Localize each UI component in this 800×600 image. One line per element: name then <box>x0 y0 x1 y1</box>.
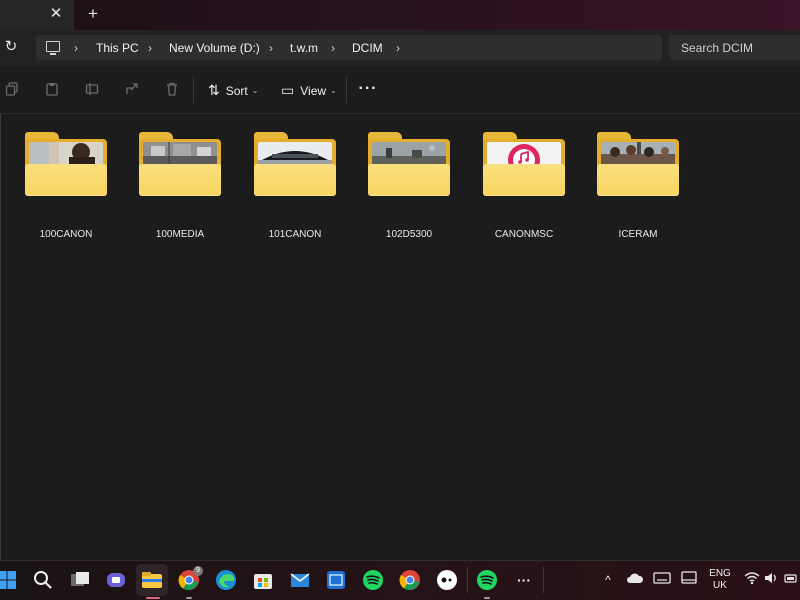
task-view-icon[interactable] <box>69 569 91 591</box>
folder-name: 100MEDIA <box>155 229 205 240</box>
chrome-icon[interactable]: 9 <box>178 566 203 591</box>
file-explorer-icon[interactable] <box>141 569 163 591</box>
spotify-icon[interactable] <box>476 569 498 591</box>
view-label: View <box>300 84 327 98</box>
title-bar: ✕ + <box>0 0 800 30</box>
running-indicator <box>186 597 192 599</box>
chevron-down-icon: ⌄ <box>251 86 259 95</box>
close-tab-icon[interactable]: ✕ <box>48 5 64 23</box>
battery-icon[interactable] <box>784 571 798 589</box>
folder-item[interactable]: ICERAM <box>589 130 687 240</box>
breadcrumb-separator[interactable]: › <box>396 39 400 57</box>
breadcrumb-dcim[interactable]: DCIM <box>352 39 383 57</box>
start-icon[interactable] <box>0 569 18 591</box>
toolbar-divider <box>193 77 194 103</box>
sort-icon: ⇅ <box>208 82 220 98</box>
folder-item[interactable]: 100CANON <box>17 130 115 240</box>
running-indicator <box>484 597 490 599</box>
breadcrumb-new-volume[interactable]: New Volume (D:) <box>169 39 260 57</box>
folder-thumbnail <box>601 142 675 166</box>
folder-item[interactable]: CANONMSC <box>475 130 573 240</box>
folder-thumbnail <box>258 142 332 166</box>
view-icon: ▭ <box>281 82 295 98</box>
tab-dcim[interactable]: ✕ <box>0 0 74 30</box>
command-bar: ⇅ Sort ⌄ ▭ View ⌄ ··· <box>0 67 800 114</box>
delete-icon[interactable] <box>165 82 179 96</box>
more-options-button[interactable]: ··· <box>358 79 378 99</box>
rename-icon[interactable] <box>85 82 99 96</box>
copy-icon[interactable] <box>5 82 19 96</box>
chrome-icon[interactable] <box>399 569 421 591</box>
edge-icon[interactable] <box>215 569 237 591</box>
breadcrumb-separator[interactable]: › <box>74 39 78 57</box>
breadcrumb-this-pc[interactable]: This PC <box>96 39 139 57</box>
more-apps-button[interactable]: ··· <box>513 569 535 591</box>
share-icon[interactable] <box>125 82 139 96</box>
paste-icon[interactable] <box>45 82 59 96</box>
folder-name: 100CANON <box>39 229 93 240</box>
touchpad-icon[interactable] <box>680 571 698 589</box>
file-explorer-window: ✕ + ↻ › This PC › New Volume (D:) › t.w.… <box>0 0 800 600</box>
spotify-icon[interactable] <box>362 569 384 591</box>
app-icon[interactable] <box>436 569 458 591</box>
show-hidden-icons-button[interactable]: ^ <box>601 571 615 589</box>
sort-label: Sort <box>225 84 248 98</box>
address-row: ↻ › This PC › New Volume (D:) › t.w.m › … <box>0 30 800 66</box>
refresh-icon[interactable]: ↻ <box>2 38 20 56</box>
toolbar-divider <box>346 77 347 103</box>
taskbar-divider <box>467 567 468 593</box>
notification-badge: 9 <box>193 566 203 576</box>
breadcrumb-separator[interactable]: › <box>331 39 335 57</box>
language-region: UK <box>713 580 727 591</box>
onedrive-icon[interactable] <box>626 571 644 589</box>
folder-thumbnail <box>487 142 561 166</box>
folder-name: 101CANON <box>268 229 322 240</box>
store-icon[interactable] <box>252 569 274 591</box>
folder-thumbnail <box>143 142 217 166</box>
search-icon[interactable] <box>32 569 54 591</box>
teams-icon[interactable] <box>105 569 127 591</box>
search-box[interactable]: Search DCIM <box>669 35 800 60</box>
chevron-down-icon: ⌄ <box>330 86 337 95</box>
keyboard-icon[interactable] <box>653 571 671 589</box>
folder-thumbnail <box>29 142 103 166</box>
view-button[interactable]: ▭ View ⌄ <box>281 79 337 101</box>
address-bar[interactable]: › This PC › New Volume (D:) › t.w.m › DC… <box>36 35 662 60</box>
folder-name: ICERAM <box>618 229 658 240</box>
sort-button[interactable]: ⇅ Sort ⌄ <box>208 79 258 101</box>
folder-item[interactable]: 102D5300 <box>360 130 458 240</box>
pane-divider <box>0 114 1 560</box>
folder-name: CANONMSC <box>494 229 554 240</box>
breadcrumb-separator[interactable]: › <box>148 39 152 57</box>
folder-item[interactable]: 100MEDIA <box>131 130 229 240</box>
new-tab-button[interactable]: + <box>84 4 102 24</box>
folder-name: 102D5300 <box>385 229 433 240</box>
search-input[interactable]: Search DCIM <box>681 39 753 57</box>
folder-item[interactable]: 101CANON <box>246 130 344 240</box>
breadcrumb-separator[interactable]: › <box>269 39 273 57</box>
mail-icon[interactable] <box>289 569 311 591</box>
this-pc-icon[interactable] <box>46 41 60 55</box>
file-list: 100CANON 100MEDIA 101CANON 102D5300 CANO… <box>0 114 800 560</box>
taskbar: 9 ··· ^ ENG UK <box>0 560 800 600</box>
app-icon[interactable] <box>325 569 347 591</box>
folder-thumbnail <box>372 142 446 166</box>
language-code: ENG <box>709 568 731 579</box>
breadcrumb-twm[interactable]: t.w.m <box>290 39 318 57</box>
active-indicator <box>146 597 160 599</box>
taskbar-divider <box>543 567 544 593</box>
volume-icon[interactable] <box>764 571 778 589</box>
wifi-icon[interactable] <box>744 571 760 589</box>
language-indicator[interactable]: ENG UK <box>704 568 736 592</box>
